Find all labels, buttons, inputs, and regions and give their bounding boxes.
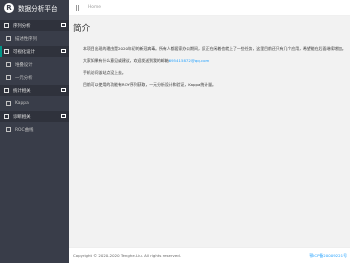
sidebar-group-statistics[interactable]: 统计相关: [0, 85, 69, 96]
brand-title: 数据分析平台: [18, 5, 58, 13]
logo-icon: R: [4, 3, 14, 13]
document-icon: [6, 62, 11, 67]
sidebar-item-stacked-design[interactable]: 堆叠设计: [0, 59, 69, 70]
active-indicator: [0, 46, 2, 57]
email-link[interactable]: 695415872@qq.com: [169, 58, 210, 63]
folder-icon: [4, 23, 9, 28]
document-icon: [6, 127, 11, 132]
sidebar-item-label: Kappa: [15, 101, 29, 106]
sidebar-group-visual-design[interactable]: 可视化设计: [0, 46, 69, 57]
sidebar-group-label: 序列分析: [13, 23, 31, 29]
sidebar-item-label: ROC曲线: [15, 127, 34, 133]
breadcrumb[interactable]: Home: [88, 5, 101, 10]
intro-card: 简介 本项目出现的理由是2020年初的新冠病毒。所有人都居家办公期间，反正在闲着…: [69, 16, 350, 247]
collapse-icon: [61, 23, 66, 27]
brand[interactable]: R 数据分析平台: [0, 0, 69, 16]
sidebar-item-roc-curve[interactable]: ROC曲线: [0, 124, 69, 135]
sidebar-item-kappa[interactable]: Kappa: [0, 98, 69, 109]
sidebar-group-label: 可视化设计: [13, 49, 35, 55]
sidebar-group-label: 统计相关: [13, 88, 31, 94]
collapse-icon: [61, 88, 66, 92]
menu-toggle-icon[interactable]: [76, 4, 79, 11]
stats-icon: [4, 88, 9, 93]
diagnostic-icon: [4, 114, 9, 119]
page-title: 简介: [73, 24, 91, 34]
contact-text: 大家如果有什么意见或建议，欢迎发送到我的邮箱: [83, 58, 169, 63]
sidebar-nav: 序列分析 描述性序列 可视化设计 堆叠设计 一元分析 统计相关 Kappa 诊断…: [0, 20, 69, 135]
sidebar-item-descriptive-sequence[interactable]: 描述性序列: [0, 33, 69, 44]
sidebar-group-diagnostics[interactable]: 诊断相关: [0, 111, 69, 122]
contact-paragraph: 大家如果有什么意见或建议，欢迎发送到我的邮箱695415872@qq.com: [83, 58, 209, 64]
footer: Copyright © 2020-2020 Tenghe.Liu. All ri…: [69, 247, 350, 263]
sidebar: R 数据分析平台 序列分析 描述性序列 可视化设计 堆叠设计 一元分析 统计相关…: [0, 0, 69, 263]
icp-link[interactable]: 鄂ICP备20009221号: [309, 253, 347, 259]
collapse-icon: [61, 114, 66, 118]
sidebar-group-sequence-analysis[interactable]: 序列分析: [0, 20, 69, 31]
document-icon: [6, 36, 11, 41]
sidebar-item-label: 描述性序列: [15, 36, 37, 42]
chart-icon: [4, 49, 9, 54]
document-icon: [6, 101, 11, 106]
intro-paragraph: 本项目出现的理由是2020年初的新冠病毒。所有人都居家办公期间，反正在闲着也就上…: [83, 46, 346, 51]
mobile-note: 手机访问该站点没上去。: [83, 70, 126, 75]
sidebar-item-label: 一元分析: [15, 75, 33, 81]
main-content: 简介 本项目出现的理由是2020年初的新冠病毒。所有人都居家办公期间，反正在闲着…: [69, 16, 350, 247]
sidebar-item-label: 堆叠设计: [15, 62, 33, 68]
top-header: Home: [69, 0, 350, 16]
document-icon: [6, 75, 11, 80]
sidebar-group-label: 诊断相关: [13, 114, 31, 120]
features-paragraph: 目前可以使用的功能有ROY序列获取，一元分析设计和验证，Kappa统计量。: [83, 82, 216, 87]
collapse-icon: [61, 49, 66, 53]
sidebar-item-univariate-analysis[interactable]: 一元分析: [0, 72, 69, 83]
copyright-text: Copyright © 2020-2020 Tenghe.Liu. All ri…: [73, 253, 181, 258]
